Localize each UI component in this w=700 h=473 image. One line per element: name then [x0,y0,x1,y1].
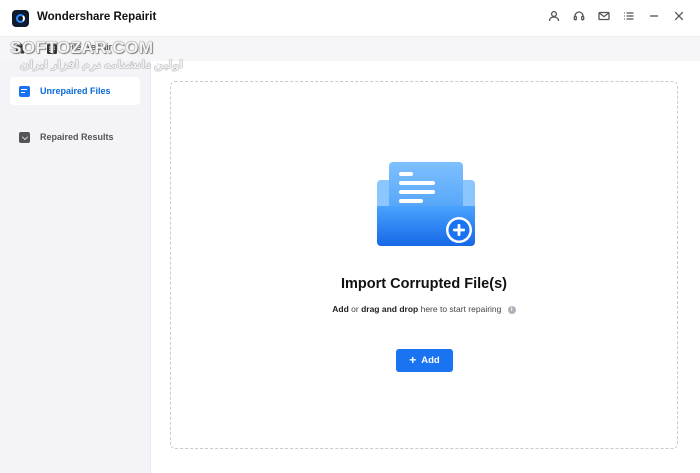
info-icon[interactable]: i [507,305,516,314]
import-title: Import Corrupted File(s) [341,276,507,292]
watermark-text: SOFTOZAR.COM [10,38,154,57]
main-content: Import Corrupted File(s) Add or drag and… [151,61,700,473]
close-icon[interactable] [672,9,686,23]
sidebar: Unrepaired Files Repaired Results [0,61,151,473]
hint-add-text: Add [332,304,349,314]
account-icon[interactable] [547,9,561,23]
sidebar-item-label: Unrepaired Files [40,86,111,96]
app-title: Wondershare Repairit [37,11,157,23]
repaired-file-icon [19,131,30,143]
window-controls [547,9,686,23]
support-headset-icon[interactable] [572,9,586,23]
minimize-icon[interactable] [647,9,661,23]
hint-rest-text: here to start repairing [420,304,502,314]
watermark-subtext: اولین دانشنامه نرم افزار ایران [20,59,184,71]
file-drop-zone[interactable]: Import Corrupted File(s) Add or drag and… [170,81,678,449]
add-button-label: Add [421,355,440,366]
sidebar-item-repaired-results[interactable]: Repaired Results [10,123,140,151]
add-button[interactable]: + Add [396,349,453,372]
import-files-illustration [377,162,475,246]
sidebar-item-label: Repaired Results [40,132,114,142]
hint-drag-text: drag and drop [361,304,419,314]
plus-icon: + [409,353,417,367]
title-bar: Wondershare Repairit [0,0,700,36]
app-logo-icon [12,10,29,27]
import-hint: Add or drag and drop here to start repai… [171,304,677,314]
document-icon [19,85,30,97]
hint-or-text: or [351,304,359,314]
mail-icon[interactable] [597,9,611,23]
sidebar-item-unrepaired-files[interactable]: Unrepaired Files [10,77,140,105]
menu-list-icon[interactable] [622,9,636,23]
